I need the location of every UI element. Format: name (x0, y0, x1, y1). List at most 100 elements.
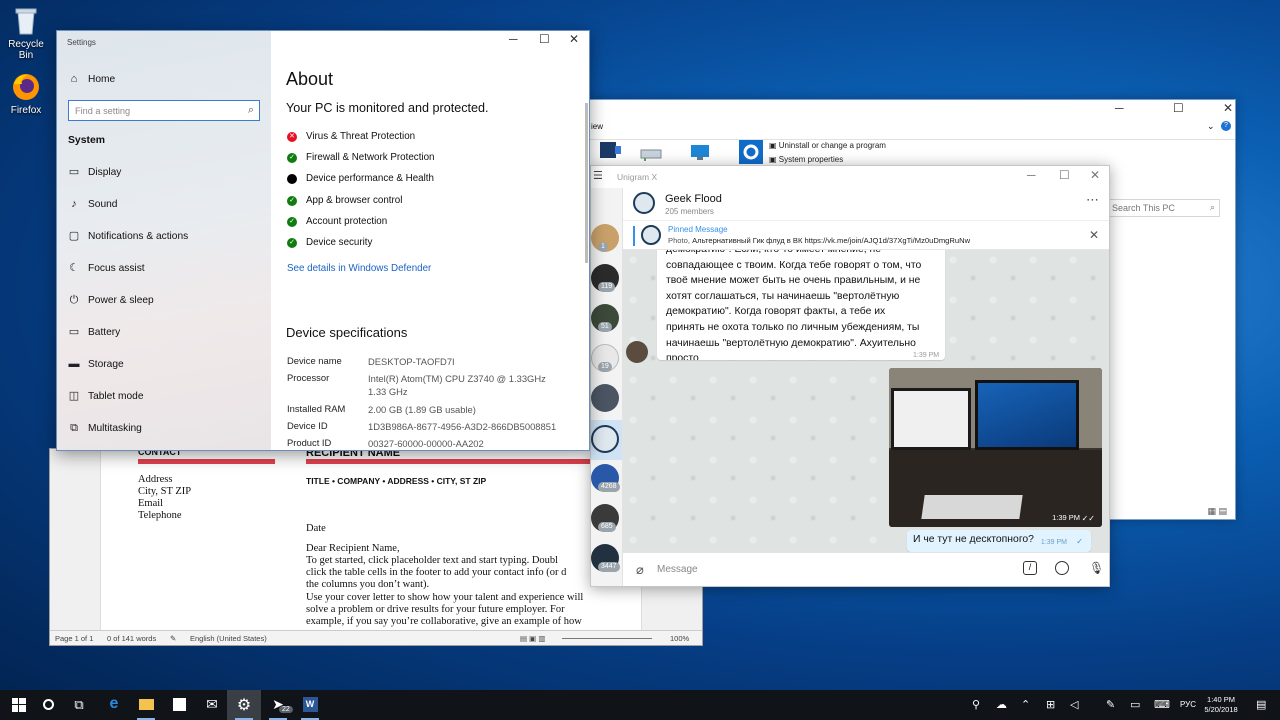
volume-icon[interactable]: ◁ (1070, 698, 1078, 711)
word-icon: W (302, 697, 318, 712)
computer-icon[interactable] (689, 142, 715, 162)
protection-label: Account protection (306, 216, 388, 227)
hamburger-icon[interactable]: ☰ (593, 169, 603, 182)
media-drive-icon[interactable] (597, 140, 623, 162)
chat-list-item[interactable]: 685 (591, 504, 622, 544)
action-center-icon[interactable]: ▤ (1256, 698, 1266, 711)
minimize-button[interactable]: ─ (1027, 168, 1036, 182)
view-buttons[interactable]: ▤ ▣ ▥ (520, 634, 545, 643)
message-input[interactable]: Message (657, 564, 698, 575)
chat-list-item[interactable]: 4268 (591, 464, 622, 504)
chat-list-item[interactable]: 3447 (591, 544, 622, 584)
settings-search-input[interactable]: Find a setting ⌕ (68, 100, 260, 121)
unigram-window[interactable]: ☰ Unigram X ─ ☐ ✕ 1 119 51 19 4268 685 3… (590, 165, 1110, 587)
chat-header[interactable]: Geek Flood 205 members ⋯ (623, 188, 1109, 220)
onedrive-icon[interactable]: ☁ (996, 698, 1007, 711)
pen-icon[interactable]: ✎ (1106, 698, 1115, 711)
cortana-button[interactable] (31, 690, 65, 720)
incoming-message[interactable]: демократию". Если, кто-то имеет мнение, … (657, 250, 945, 360)
maximize-button[interactable]: ☐ (1173, 101, 1184, 115)
desktop-icon-firefox[interactable]: Firefox (0, 72, 52, 116)
network-icon[interactable]: ⊞ (1046, 698, 1055, 711)
collapse-ribbon-icon[interactable]: ⌄ (1207, 121, 1215, 132)
microphone-icon[interactable]: 🎙︎ (1089, 561, 1104, 575)
language-indicator[interactable]: РУС (1180, 700, 1196, 709)
show-hidden-icons[interactable]: ⌃ (1021, 698, 1030, 711)
keyboard-icon[interactable]: ⌨ (1154, 698, 1170, 711)
view-toggle-buttons[interactable]: ▦ ▤ (1207, 506, 1227, 517)
page-count[interactable]: Page 1 of 1 (55, 634, 93, 643)
chat-list-item[interactable] (591, 384, 622, 424)
system-properties-link[interactable]: ▣ System properties (769, 155, 843, 164)
sticker-icon[interactable] (1055, 561, 1069, 575)
message-composer[interactable]: ⌀ Message / 🎙︎ (623, 552, 1109, 586)
pinned-message-bar[interactable]: Pinned Message Photo, Альтернативный Гик… (623, 220, 1109, 250)
nav-notifications[interactable]: ▢ Notifications & actions (57, 222, 271, 252)
language-indicator[interactable]: English (United States) (190, 634, 267, 643)
maximize-button[interactable]: ☐ (539, 32, 550, 46)
word-status-bar: Page 1 of 1 0 of 141 words ✎ English (Un… (50, 630, 702, 645)
sender-avatar[interactable] (626, 341, 648, 363)
taskbar-mail[interactable]: ✉ (195, 690, 229, 720)
uninstall-program-link[interactable]: ▣ Uninstall or change a program (769, 141, 886, 150)
nav-multitasking[interactable]: ⧉ Multitasking (57, 414, 271, 444)
chat-list-item[interactable]: 1 (591, 224, 622, 264)
settings-icon[interactable] (739, 140, 763, 164)
ribbon-tab-view[interactable]: iew (591, 122, 603, 131)
nav-focus-assist[interactable]: ☾ Focus assist (57, 254, 271, 284)
minimize-button[interactable]: ─ (509, 32, 518, 46)
chat-list-item-selected[interactable] (591, 420, 622, 460)
chat-list-item[interactable]: 119 (591, 264, 622, 304)
people-icon[interactable]: ⚲ (972, 698, 980, 711)
chat-list-item[interactable]: 19 (591, 344, 622, 384)
nav-home[interactable]: ⌂ Home (57, 65, 271, 95)
scrollbar[interactable] (585, 103, 588, 263)
zoom-slider[interactable] (562, 638, 652, 639)
tablet-mode-icon: ◫ (68, 390, 80, 402)
minimize-button[interactable]: ─ (1115, 101, 1124, 115)
word-count[interactable]: 0 of 141 words (107, 634, 156, 643)
clock[interactable]: 1:40 PM 5/20/2018 (1196, 695, 1246, 715)
document-page[interactable]: CONTACT RECIPIENT NAME Address City, ST … (100, 449, 642, 632)
taskbar-unigram[interactable]: ➤ 22 (261, 690, 295, 720)
taskbar-edge[interactable]: e (97, 690, 131, 720)
photo-message[interactable]: 1:39 PM ✓✓ (889, 368, 1102, 527)
window-title: Unigram X (617, 172, 658, 182)
nav-sound[interactable]: ♪ Sound (57, 190, 271, 220)
close-pinned-icon[interactable]: ✕ (1089, 228, 1099, 242)
settings-window[interactable]: Settings ⌂ Home Find a setting ⌕ System … (56, 30, 590, 451)
message-list[interactable]: демократию". Если, кто-то имеет мнение, … (623, 250, 1109, 554)
taskbar-word[interactable]: W (293, 690, 327, 720)
attach-icon[interactable]: ⌀ (636, 562, 644, 578)
taskbar-settings[interactable]: ⚙ (227, 690, 261, 720)
nav-power-sleep[interactable]: ⏻ Power & sleep (57, 286, 271, 316)
outgoing-message[interactable]: И че тут не десктопного? 1:39 PM ✓ (907, 530, 1091, 552)
taskbar-file-explorer[interactable] (129, 690, 163, 720)
contact-rule (138, 459, 275, 464)
nav-tablet-mode[interactable]: ◫ Tablet mode (57, 382, 271, 412)
battery-tray-icon[interactable]: ▭ (1130, 698, 1140, 711)
taskbar-store[interactable] (162, 690, 196, 720)
nav-storage[interactable]: ▬ Storage (57, 350, 271, 380)
close-button[interactable]: ✕ (569, 32, 579, 46)
defender-link[interactable]: See details in Windows Defender (287, 263, 431, 274)
nav-battery[interactable]: ▭ Battery (57, 318, 271, 348)
proofing-icon[interactable]: ✎ (170, 634, 176, 643)
task-view-button[interactable]: ⧉ (62, 690, 96, 720)
close-button[interactable]: ✕ (1223, 101, 1233, 115)
explorer-search-input[interactable]: Search This PC ⌕ (1105, 199, 1220, 217)
edge-icon: e (109, 695, 119, 712)
message-text: демократию". Если, кто-то имеет мнение, … (666, 250, 922, 360)
help-icon[interactable]: ? (1221, 121, 1231, 131)
contact-line: City, ST ZIP (138, 486, 192, 497)
zoom-level[interactable]: 100% (670, 634, 689, 643)
specs-heading: Device specifications (286, 325, 408, 340)
nav-display[interactable]: ▭ Display (57, 158, 271, 188)
network-drive-icon[interactable] (639, 144, 665, 162)
close-button[interactable]: ✕ (1090, 168, 1100, 182)
desktop-icon-recycle-bin[interactable]: Recycle Bin (0, 6, 52, 61)
maximize-button[interactable]: ☐ (1059, 168, 1070, 182)
commands-icon[interactable]: / (1023, 561, 1037, 575)
more-options-icon[interactable]: ⋯ (1086, 192, 1099, 208)
chat-list-item[interactable]: 51 (591, 304, 622, 344)
